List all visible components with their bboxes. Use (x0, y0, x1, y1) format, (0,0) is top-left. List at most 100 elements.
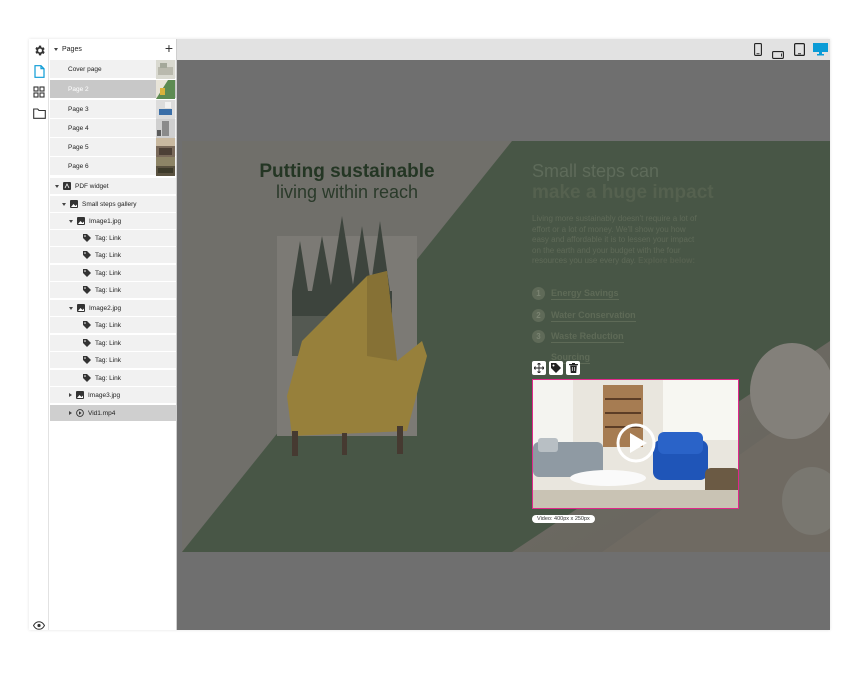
tag-icon (83, 269, 91, 277)
tree-label: Tag: Link (95, 356, 122, 364)
tag-icon (83, 356, 91, 364)
hero-body-cta: Explore below: (638, 256, 696, 265)
pdf-icon (63, 182, 71, 190)
tree-video[interactable]: Vid1.mp4 (50, 405, 176, 422)
hero-subhead-bold: make a huge impact (532, 182, 714, 203)
tree-tag[interactable]: Tag: Link (50, 352, 176, 369)
hero-section: Putting sustainable living within reach … (182, 141, 830, 552)
hero-headline-light: living within reach (275, 182, 419, 202)
list-number: 1 (532, 287, 545, 300)
expand-caret-icon[interactable] (69, 393, 72, 397)
tree-label: PDF widget (75, 182, 109, 190)
tree-label: Image2.jpg (89, 304, 122, 312)
image-icon (77, 217, 85, 225)
device-toolbar (177, 39, 830, 60)
hero-headline-bold: Putting sustainable (259, 161, 435, 182)
image-icon (76, 391, 84, 399)
list-link[interactable]: Energy Savings (551, 288, 619, 300)
list-number: 3 (532, 330, 545, 343)
tree-tag[interactable]: Tag: Link (50, 247, 176, 264)
collapse-caret-icon[interactable] (69, 306, 73, 310)
page-row-cover[interactable]: Cover page (50, 60, 176, 79)
tree-image1[interactable]: Image1.jpg (50, 213, 176, 230)
tag-icon[interactable] (549, 361, 563, 375)
tree-tag[interactable]: Tag: Link (50, 282, 176, 299)
list-item-energy[interactable]: 1 Energy Savings (532, 287, 619, 300)
eye-icon[interactable] (32, 617, 46, 635)
phone-portrait-icon[interactable] (754, 43, 762, 61)
page-row-4[interactable]: Page 4 (50, 119, 176, 138)
list-link[interactable]: Waste Reduction (551, 331, 624, 343)
editor-canvas: Putting sustainable living within reach … (177, 60, 830, 630)
page-row-5[interactable]: Page 5 (50, 138, 176, 157)
widget-toolbar (532, 361, 580, 375)
list-link[interactable]: Water Conservation (551, 310, 636, 322)
gear-icon[interactable] (31, 42, 47, 58)
collapse-caret-icon[interactable] (62, 202, 66, 206)
video-widget[interactable] (532, 379, 739, 509)
collapse-caret-icon[interactable] (55, 184, 59, 188)
list-number: 2 (532, 309, 545, 322)
tag-icon (83, 321, 91, 329)
tree-label: Image1.jpg (89, 217, 122, 225)
move-icon[interactable] (532, 361, 546, 375)
image-icon (77, 304, 85, 312)
hero-subhead-light: Small steps can (532, 161, 660, 181)
collapse-caret-icon[interactable] (54, 47, 58, 51)
page-row-2[interactable]: Page 2 (50, 80, 176, 99)
expand-caret-icon[interactable] (69, 411, 72, 415)
page-icon[interactable] (31, 63, 47, 79)
folder-icon[interactable] (31, 105, 47, 121)
tag-icon (83, 286, 91, 294)
page-label: Page 6 (68, 162, 89, 170)
trash-icon[interactable] (566, 361, 580, 375)
page-thumbnail (156, 80, 175, 99)
page-thumbnail (156, 157, 175, 176)
tree-tag[interactable]: Tag: Link (50, 335, 176, 352)
page-label: Page 5 (68, 143, 89, 151)
tree-tag[interactable]: Tag: Link (50, 317, 176, 334)
tree-label: Small steps gallery (82, 200, 137, 208)
collapse-caret-icon[interactable] (69, 219, 73, 223)
tree-label: Image3.jpg (88, 391, 121, 399)
tree-pdf-widget[interactable]: PDF widget (50, 178, 176, 195)
desktop-icon[interactable] (813, 43, 828, 61)
page-thumbnail (156, 119, 175, 138)
tree-label: Tag: Link (95, 234, 122, 242)
tag-icon (83, 234, 91, 242)
tablet-icon[interactable] (794, 43, 806, 61)
tree-label: Tag: Link (95, 374, 122, 382)
tree-tag[interactable]: Tag: Link (50, 230, 176, 247)
pages-header[interactable]: Pages + (49, 39, 177, 59)
tree-tag[interactable]: Tag: Link (50, 265, 176, 282)
tree-label: Tag: Link (95, 339, 122, 347)
add-page-button[interactable]: + (165, 41, 173, 55)
icon-rail (29, 39, 49, 630)
tree-tag[interactable]: Tag: Link (50, 370, 176, 387)
page-row-6[interactable]: Page 6 (50, 157, 176, 176)
video-thumbnail (533, 380, 738, 508)
page-label: Page 2 (68, 85, 89, 93)
pages-panel: Pages + Cover page Page 2 Page 3 Page 4 … (49, 39, 177, 630)
page-label: Cover page (68, 65, 102, 73)
list-item-water[interactable]: 2 Water Conservation (532, 309, 636, 322)
tree-label: Tag: Link (95, 251, 122, 259)
play-circle-icon (76, 409, 84, 417)
page-label: Page 4 (68, 124, 89, 132)
tree-image3[interactable]: Image3.jpg (50, 387, 176, 404)
tree-label: Tag: Link (95, 286, 122, 294)
hero-body-text: Living more sustainably doesn't require … (532, 214, 697, 267)
list-item-waste[interactable]: 3 Waste Reduction (532, 330, 624, 343)
gallery-icon (70, 200, 78, 208)
video-size-label: Video: 400px x 250px (532, 515, 595, 523)
page-row-3[interactable]: Page 3 (50, 100, 176, 119)
tag-icon (83, 339, 91, 347)
tree-gallery[interactable]: Small steps gallery (50, 196, 176, 213)
tree-image2[interactable]: Image2.jpg (50, 300, 176, 317)
page-thumbnail (156, 138, 175, 157)
tree-label: Vid1.mp4 (88, 409, 116, 417)
tag-icon (83, 374, 91, 382)
grid-icon[interactable] (31, 84, 47, 100)
page-thumbnail (156, 100, 175, 119)
page-label: Page 3 (68, 105, 89, 113)
